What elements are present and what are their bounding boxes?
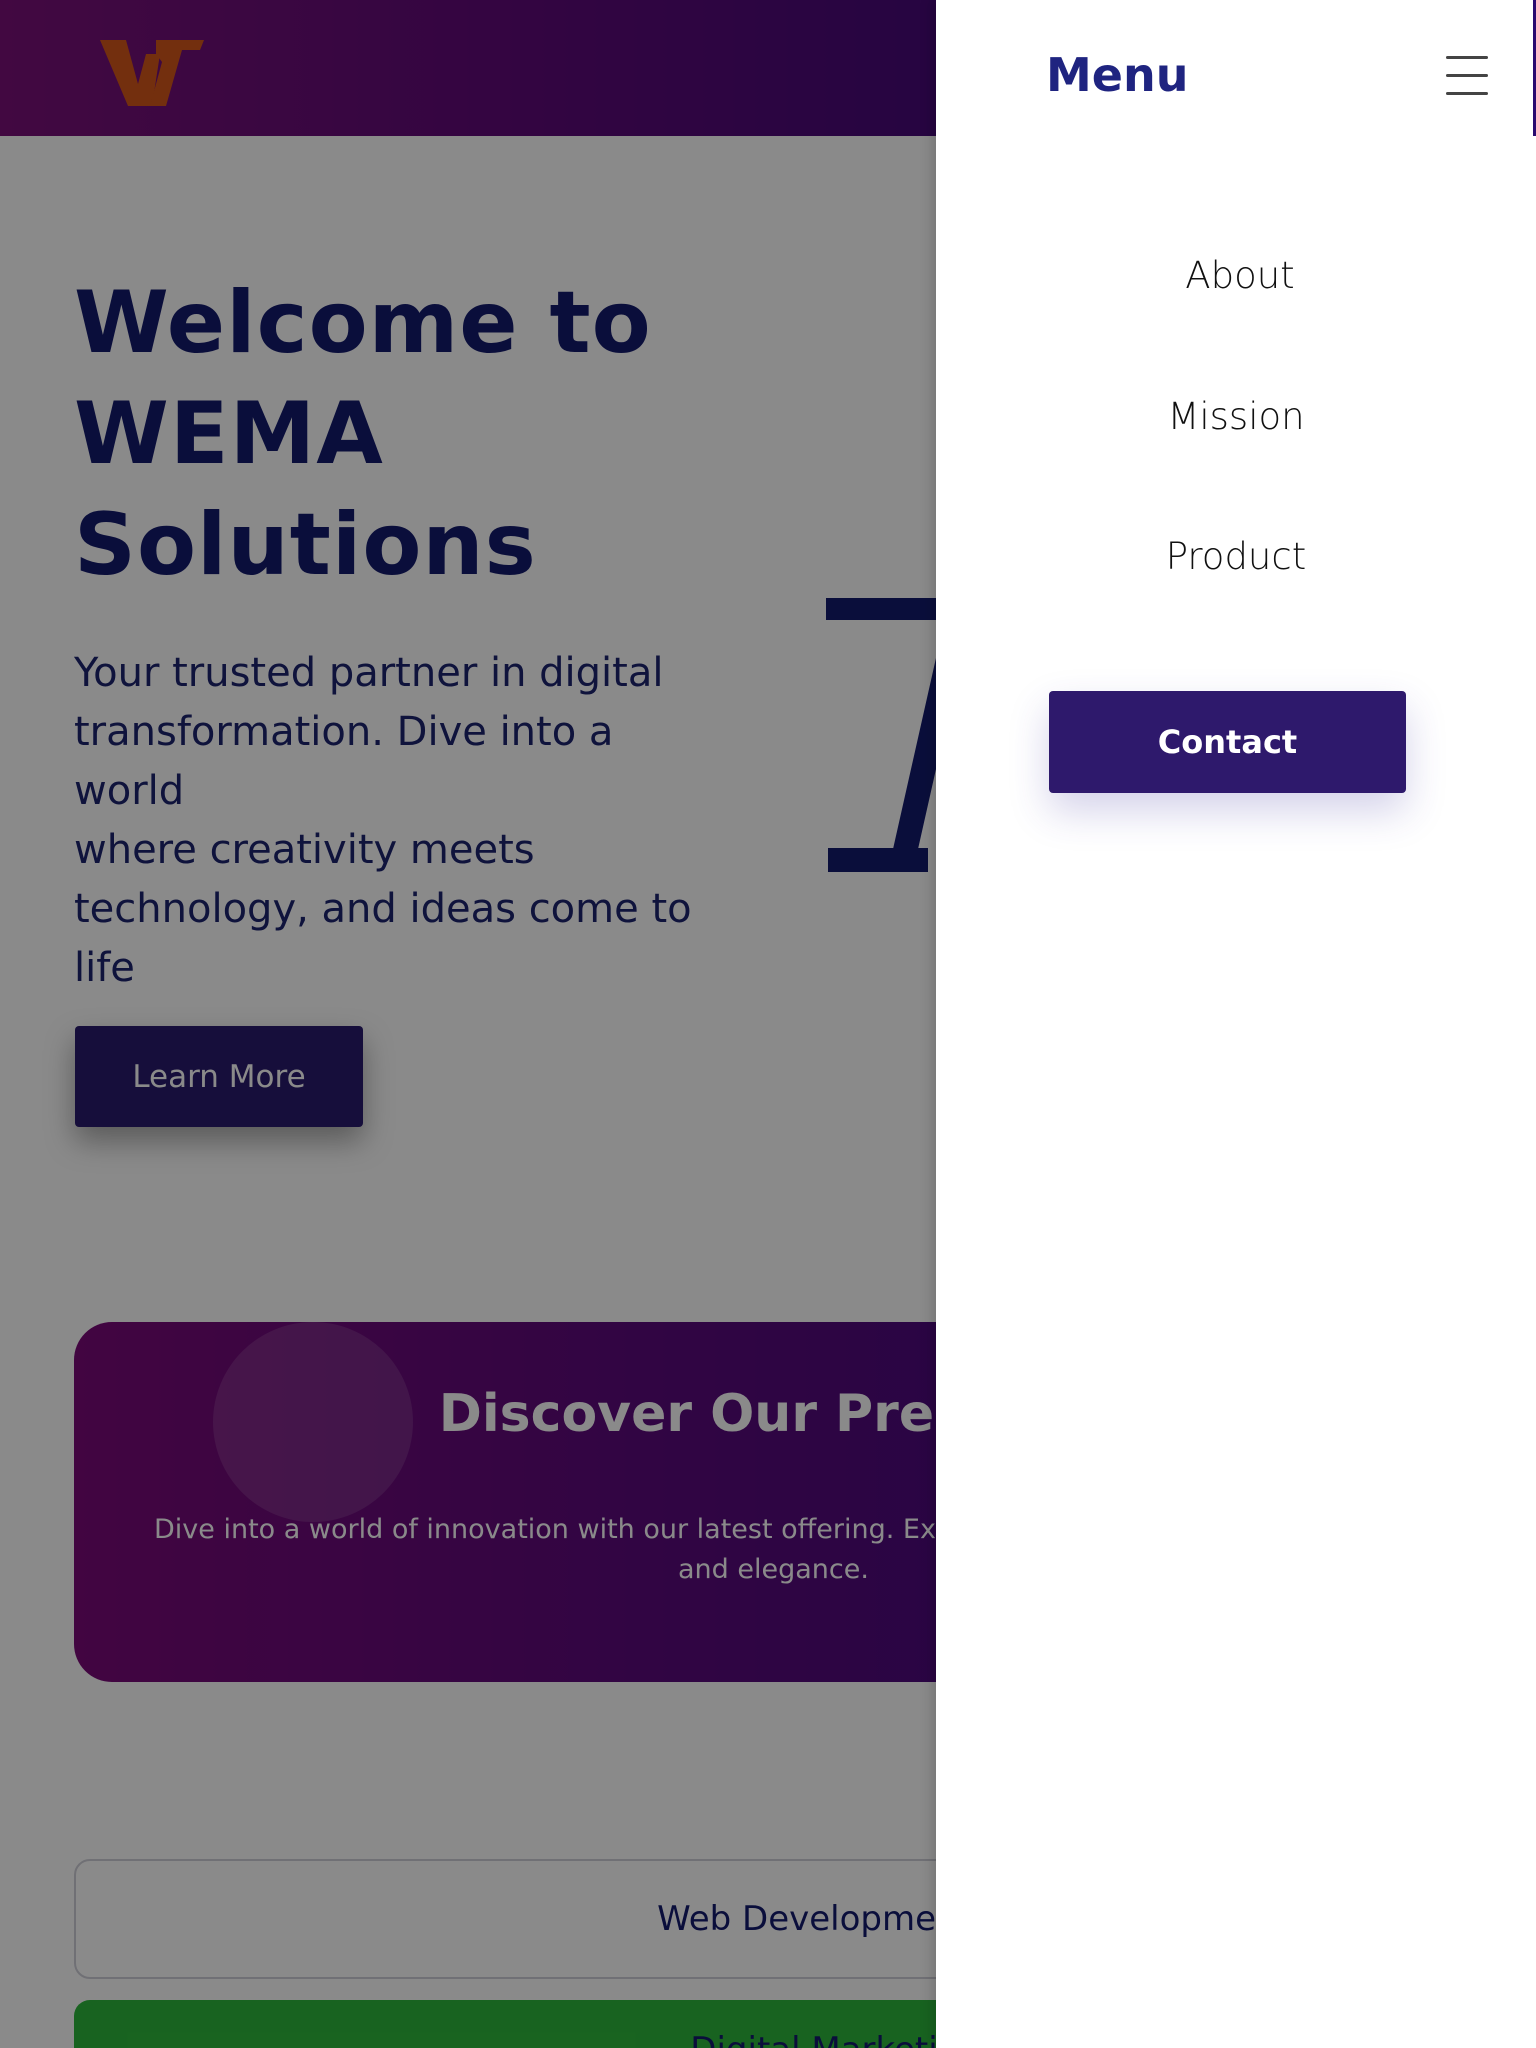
- hamburger-line: [1446, 56, 1488, 59]
- hamburger-line: [1446, 92, 1488, 95]
- menu-item-about[interactable]: About: [940, 254, 1536, 297]
- menu-item-mission[interactable]: Mission: [936, 395, 1536, 438]
- hamburger-icon[interactable]: [1446, 56, 1488, 96]
- menu-item-product[interactable]: Product: [936, 535, 1536, 578]
- contact-button[interactable]: Contact: [1049, 691, 1406, 793]
- hamburger-line: [1446, 74, 1488, 77]
- menu-title: Menu: [1046, 48, 1189, 102]
- side-menu-drawer: Menu About Mission Product Contact: [936, 0, 1536, 2048]
